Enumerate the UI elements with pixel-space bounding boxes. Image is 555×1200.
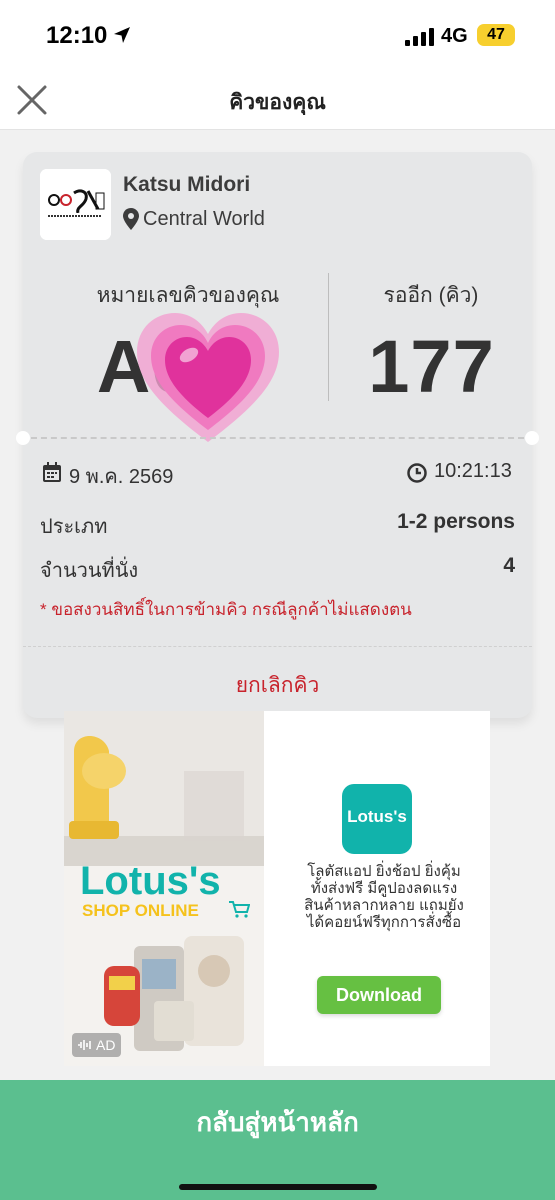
ticket-divider (31, 437, 524, 439)
calendar-icon (43, 462, 61, 482)
ad-badge: AD (72, 1033, 121, 1057)
katsu-midori-logo (40, 169, 111, 240)
network-type: 4G (441, 25, 468, 47)
battery-indicator: 47 (477, 24, 515, 46)
status-bar: 12:10 4G 47 (0, 0, 555, 72)
location-arrow-icon (114, 27, 130, 43)
growing-heart-icon (137, 313, 279, 442)
page-title: คิวของคุณ (229, 91, 326, 114)
ad-banner[interactable]: Lotus's SHOP ONLINE AD Lotus's โลตัสแอป … (64, 711, 490, 1066)
ad-image-subtitle: SHOP ONLINE (82, 901, 199, 920)
cancel-divider (23, 646, 532, 647)
seats-label: จำนวนที่นั่ง (40, 560, 139, 582)
shopping-cart-icon (229, 901, 250, 918)
sound-wave-icon (78, 1040, 91, 1050)
map-pin-icon (123, 208, 139, 230)
queue-ticket-card: Katsu Midori Central World หมายเลขคิวของ… (16, 152, 539, 718)
queue-date: 9 พ.ค. 2569 (69, 466, 174, 488)
ad-image-title: Lotus's (80, 859, 221, 903)
shop-branch: Central World (143, 208, 265, 230)
status-time: 12:10 (46, 22, 108, 49)
ad-image[interactable]: Lotus's SHOP ONLINE AD (64, 711, 264, 1066)
back-to-home-label: กลับสู่หน้าหลัก (196, 1107, 359, 1137)
type-value: 1-2 persons (397, 510, 515, 533)
signal-icon (405, 28, 434, 46)
queue-time: 10:21:13 (434, 460, 512, 482)
waiting-label: รออีก (คิว) (383, 284, 479, 307)
queue-number-label: หมายเลขคิวของคุณ (96, 284, 280, 307)
type-label: ประเภท (40, 516, 108, 538)
waiting-count: 177 (368, 325, 495, 408)
ad-badge-label: AD (96, 1037, 116, 1053)
cancel-queue-button[interactable]: ยกเลิกคิว (23, 669, 532, 702)
app-icon-label: Lotus's (347, 807, 407, 826)
ad-desc-line: ทั้งส่งฟรี มีคูปองลดแรง (310, 880, 458, 897)
download-button[interactable]: Download (317, 976, 441, 1014)
vertical-divider (328, 273, 329, 401)
ticket-notch-right (525, 431, 539, 445)
nav-header: คิวของคุณ (0, 72, 555, 130)
queue-skip-note: * ขอสงวนสิทธิ์ในการข้ามคิว กรณีลูกค้าไม่… (40, 600, 412, 619)
clock-icon (407, 463, 427, 483)
back-to-home-button[interactable]: กลับสู่หน้าหลัก (0, 1080, 555, 1200)
ad-desc-line: สินค้าหลากหลาย แถมยัง (304, 897, 464, 914)
ad-desc-line: โลตัสแอป ยิ่งช้อป ยิ่งคุ้ม (307, 863, 461, 880)
ad-description: โลตัสแอป ยิ่งช้อป ยิ่งคุ้ม ทั้งส่งฟรี มี… (284, 863, 484, 931)
ad-desc-line: ได้คอยน์ฟรีทุกการสั่งซื้อ (306, 914, 462, 931)
shop-logo (40, 169, 111, 240)
ticket-notch-left (16, 431, 30, 445)
shop-name: Katsu Midori (123, 173, 251, 196)
seats-value: 4 (503, 554, 515, 577)
lotus-app-icon[interactable]: Lotus's (342, 784, 412, 854)
home-indicator (179, 1184, 377, 1190)
